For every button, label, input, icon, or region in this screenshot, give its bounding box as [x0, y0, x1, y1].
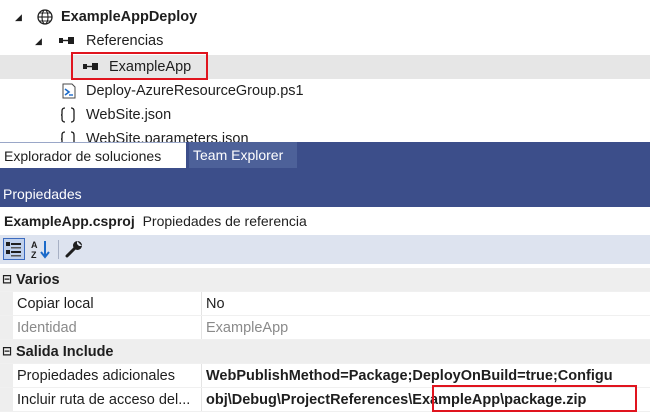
categorized-button[interactable]: [3, 238, 25, 260]
column-splitter[interactable]: [201, 316, 202, 339]
properties-title[interactable]: Propiedades: [0, 181, 650, 207]
highlight-box: [432, 385, 637, 412]
panel-divider: [0, 168, 650, 181]
category-label: Varios: [16, 272, 60, 288]
property-name: Identidad: [17, 320, 77, 336]
tree-node-project[interactable]: ◢ ExampleAppDeploy: [0, 5, 650, 29]
categorized-icon: [6, 242, 21, 257]
tool-window-tabs: Explorador de soluciones Team Explorer: [0, 142, 650, 168]
row-gutter: [0, 364, 13, 387]
toolbar-separator: [58, 240, 59, 259]
row-gutter: [0, 388, 13, 411]
tab-solution-explorer[interactable]: Explorador de soluciones: [0, 142, 186, 168]
category-row[interactable]: ⊟ Salida Include: [0, 340, 650, 364]
highlight-box: [71, 52, 208, 80]
object-type: Propiedades de referencia: [142, 213, 307, 229]
property-row[interactable]: Copiar local No: [0, 292, 650, 316]
tree-node-file[interactable]: WebSite.parameters.json: [0, 127, 650, 142]
json-file-icon: [60, 107, 75, 123]
collapse-category-icon[interactable]: ⊟: [2, 344, 12, 358]
property-pages-button[interactable]: [63, 238, 85, 260]
property-row[interactable]: Identidad ExampleApp: [0, 316, 650, 340]
alphabetical-button[interactable]: A Z: [30, 238, 52, 260]
property-pages-icon: [65, 241, 82, 258]
category-row[interactable]: ⊟ Varios: [0, 268, 650, 292]
tree-node-references[interactable]: ◢ Referencias: [0, 29, 650, 53]
property-value[interactable]: No: [206, 292, 650, 316]
tree-node-file[interactable]: Deploy-AzureResourceGroup.ps1: [0, 79, 650, 103]
property-name: Propiedades adicionales: [17, 368, 175, 384]
json-file-icon: [60, 131, 75, 142]
column-splitter[interactable]: [201, 292, 202, 315]
collapse-category-icon[interactable]: ⊟: [2, 272, 12, 286]
tab-team-explorer[interactable]: Team Explorer: [189, 142, 297, 168]
solution-explorer-tree: ◢ ExampleAppDeploy ◢ Referencias Example…: [0, 0, 650, 142]
column-splitter[interactable]: [201, 388, 202, 411]
svg-text:Z: Z: [31, 250, 37, 260]
object-selector[interactable]: ExampleApp.csproj Propiedades de referen…: [0, 207, 650, 235]
references-label: Referencias: [86, 33, 164, 49]
globe-project-icon: [37, 9, 53, 25]
powershell-file-icon: [62, 83, 76, 99]
object-name: ExampleApp.csproj: [4, 213, 135, 229]
category-label: Salida Include: [16, 344, 114, 360]
row-gutter: [0, 292, 13, 315]
properties-toolbar: A Z: [0, 235, 650, 264]
project-name: ExampleAppDeploy: [61, 9, 198, 25]
svg-text:A: A: [31, 240, 38, 250]
property-name: Incluir ruta de acceso del...: [17, 392, 191, 408]
tree-node-file[interactable]: WebSite.json: [0, 103, 650, 127]
column-splitter[interactable]: [201, 364, 202, 387]
value-path-prefix: obj\Debug\ProjectReferences: [206, 392, 409, 408]
property-value: ExampleApp: [206, 320, 289, 336]
row-gutter: [0, 316, 13, 339]
file-name: Deploy-AzureResourceGroup.ps1: [86, 83, 304, 99]
file-name: WebSite.json: [86, 107, 172, 123]
collapse-arrow-icon[interactable]: ◢: [35, 36, 42, 47]
alphabetical-icon: A Z: [31, 240, 50, 260]
collapse-arrow-icon[interactable]: ◢: [15, 12, 22, 23]
file-name: WebSite.parameters.json: [86, 131, 249, 142]
reference-icon: [59, 37, 74, 44]
property-name: Copiar local: [17, 296, 94, 312]
